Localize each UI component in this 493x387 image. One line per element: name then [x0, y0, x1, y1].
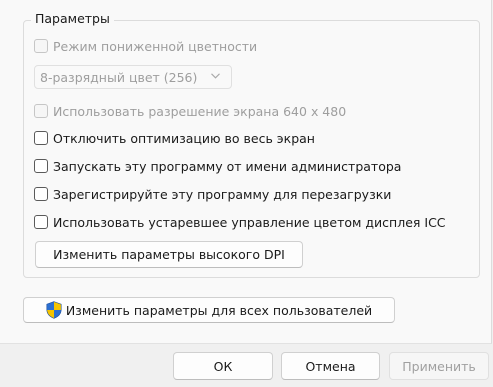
- run-as-admin-checkbox[interactable]: Запускать эту программу от имени админис…: [34, 157, 401, 175]
- resolution-640-checkbox[interactable]: Использовать разрешение экрана 640 x 480: [34, 102, 346, 120]
- checkbox-box[interactable]: [34, 159, 48, 173]
- disable-fullscreen-optimization-label: Отключить оптимизацию во весь экран: [53, 130, 315, 146]
- color-depth-select[interactable]: 8-разрядный цвет (256): [34, 65, 232, 89]
- apply-button[interactable]: Применить: [389, 352, 489, 380]
- legacy-icc-label: Использовать устаревшее управление цвето…: [53, 214, 446, 230]
- checkbox-box[interactable]: [34, 104, 48, 118]
- reduced-color-mode-checkbox[interactable]: Режим пониженной цветности: [34, 37, 257, 55]
- checkbox-box[interactable]: [34, 39, 48, 53]
- color-depth-value: 8-разрядный цвет (256): [40, 69, 198, 85]
- ok-button[interactable]: ОК: [173, 352, 273, 380]
- checkbox-box[interactable]: [34, 215, 48, 229]
- high-dpi-settings-button[interactable]: Изменить параметры высокого DPI: [35, 241, 303, 268]
- register-restart-label: Зарегистрируйте эту программу для переза…: [53, 186, 392, 202]
- settings-group-box: [23, 20, 480, 278]
- chevron-down-icon: [211, 73, 220, 79]
- checkbox-box[interactable]: [34, 187, 48, 201]
- cancel-button[interactable]: Отмена: [281, 352, 380, 380]
- settings-group-title: Параметры: [31, 11, 114, 26]
- run-as-admin-label: Запускать эту программу от имени админис…: [53, 158, 402, 174]
- checkbox-box[interactable]: [34, 131, 48, 145]
- uac-shield-icon: [46, 301, 62, 319]
- register-restart-checkbox[interactable]: Зарегистрируйте эту программу для переза…: [34, 185, 391, 203]
- all-users-settings-button[interactable]: Изменить параметры для всех пользователе…: [23, 297, 395, 323]
- disable-fullscreen-optimization-checkbox[interactable]: Отключить оптимизацию во весь экран: [34, 129, 315, 147]
- reduced-color-mode-label: Режим пониженной цветности: [53, 38, 258, 54]
- legacy-icc-checkbox[interactable]: Использовать устаревшее управление цвето…: [34, 213, 446, 231]
- all-users-settings-label: Изменить параметры для всех пользователе…: [65, 302, 373, 318]
- resolution-640-label: Использовать разрешение экрана 640 x 480: [53, 103, 347, 119]
